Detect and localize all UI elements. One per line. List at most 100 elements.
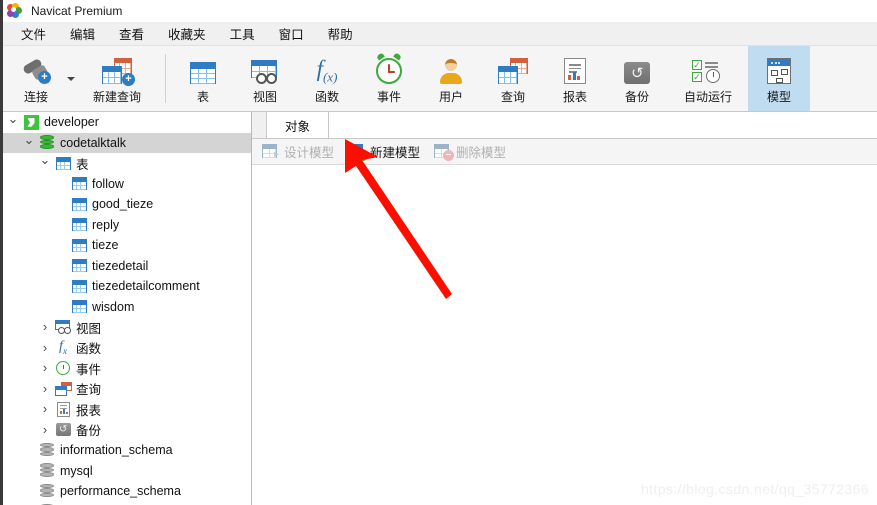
tree-item-information-schema[interactable]: information_schema <box>3 440 251 461</box>
report-icon <box>53 401 73 417</box>
tree-item-label: tiezedetail <box>92 258 149 273</box>
tree-item-reply[interactable]: reply <box>3 215 251 236</box>
chevron-right-icon[interactable] <box>37 382 53 396</box>
main-toolbar: + 连接 + 新建查询 表 视图 f(x) 函数 事件 用户 查询 报表 ↻ 备… <box>3 46 877 112</box>
tree-item-tiezedetail[interactable]: tiezedetail <box>3 256 251 277</box>
navicat-logo-icon <box>7 2 23 19</box>
tree-item-developer[interactable]: developer <box>3 112 251 133</box>
tree-item-tables-group[interactable]: 表 <box>3 153 251 174</box>
connection-plug-icon: + <box>21 52 51 84</box>
toolbar-label: 新建查询 <box>92 90 141 104</box>
menu-item-window[interactable]: 窗口 <box>267 21 316 46</box>
tree-item-functions-group[interactable]: fx 函数 <box>3 338 251 359</box>
toolbar-label: 自动运行 <box>683 90 732 104</box>
toolbar-label: 事件 <box>376 90 401 104</box>
toolbar-button-user[interactable]: 用户 <box>420 46 482 111</box>
navicat-window: Navicat Premium 文件 编辑 查看 收藏夹 工具 窗口 帮助 + … <box>0 0 877 505</box>
menu-item-edit[interactable]: 编辑 <box>58 21 107 46</box>
table-icon <box>53 156 73 170</box>
tree-item-events-group[interactable]: 事件 <box>3 358 251 379</box>
object-toolbar-label: 设计模型 <box>284 146 335 160</box>
connection-tree-sidebar[interactable]: developer codetalktalk 表 follow good_tie… <box>3 112 252 505</box>
backup-icon: ↻ <box>53 423 73 437</box>
tree-item-label: tieze <box>92 238 119 253</box>
backup-icon: ↻ <box>624 52 650 84</box>
toolbar-separator <box>165 54 166 103</box>
chevron-right-icon[interactable] <box>37 320 53 334</box>
tree-item-test[interactable]: test <box>3 502 251 505</box>
toolbar-button-automation[interactable]: ✓ ✓ 自动运行 <box>668 46 748 111</box>
tree-item-reports-group[interactable]: 报表 <box>3 399 251 420</box>
chevron-down-icon[interactable] <box>5 115 21 129</box>
menu-item-view[interactable]: 查看 <box>107 21 156 46</box>
table-icon <box>69 238 89 252</box>
tree-item-tiezedetailcomment[interactable]: tiezedetailcomment <box>3 276 251 297</box>
toolbar-button-connection[interactable]: + 连接 <box>5 46 67 111</box>
chevron-right-icon[interactable] <box>37 361 53 375</box>
toolbar-button-report[interactable]: 报表 <box>544 46 606 111</box>
tree-item-codetalktalk[interactable]: codetalktalk <box>3 132 251 153</box>
toolbar-button-table[interactable]: 表 <box>172 46 234 111</box>
menu-item-file[interactable]: 文件 <box>9 21 58 46</box>
tree-item-performance-schema[interactable]: performance_schema <box>3 481 251 502</box>
tree-item-queries-group[interactable]: 查询 <box>3 379 251 400</box>
table-icon <box>69 300 89 314</box>
toolbar-button-query[interactable]: 查询 <box>482 46 544 111</box>
toolbar-label: 模型 <box>766 90 791 104</box>
tree-item-label: 函数 <box>76 342 102 357</box>
toolbar-label: 连接 <box>23 90 48 104</box>
toolbar-button-model[interactable]: 模型 <box>748 46 810 111</box>
window-title: Navicat Premium <box>31 3 123 18</box>
toolbar-label: 函数 <box>314 90 339 104</box>
toolbar-label: 用户 <box>438 90 463 104</box>
toolbar-button-function[interactable]: f(x) 函数 <box>296 46 358 111</box>
design-model-icon: ▸ <box>262 144 279 160</box>
delete-model-button[interactable]: – 删除模型 <box>434 142 506 161</box>
menu-bar: 文件 编辑 查看 收藏夹 工具 窗口 帮助 <box>3 22 877 46</box>
chevron-down-icon[interactable] <box>21 136 37 150</box>
tab-objects[interactable]: 对象 <box>266 111 330 138</box>
tree-item-label: mysql <box>60 463 93 478</box>
function-fx-icon: f(x) <box>316 56 338 85</box>
chevron-right-icon[interactable] <box>37 341 53 355</box>
tree-item-mysql[interactable]: mysql <box>3 461 251 482</box>
tree-item-label: 表 <box>76 157 89 172</box>
tree-item-wisdom[interactable]: wisdom <box>3 297 251 318</box>
menu-item-favorites[interactable]: 收藏夹 <box>156 21 218 46</box>
tree-item-label: reply <box>92 217 120 232</box>
toolbar-button-new-query[interactable]: + 新建查询 <box>77 46 157 111</box>
object-toolbar: ▸ 设计模型 + 新建模型 – 删除模型 <box>252 139 877 165</box>
new-model-button[interactable]: + 新建模型 <box>348 142 420 161</box>
tree-item-views-group[interactable]: 视图 <box>3 317 251 338</box>
database-grey-icon <box>37 483 57 499</box>
tree-item-good-tieze[interactable]: good_tieze <box>3 194 251 215</box>
object-toolbar-label: 新建模型 <box>370 146 421 160</box>
toolbar-button-event[interactable]: 事件 <box>358 46 420 111</box>
tree-item-label: follow <box>92 176 124 191</box>
model-icon <box>767 52 791 84</box>
new-query-icon: + <box>102 52 135 86</box>
chevron-down-icon[interactable] <box>37 156 53 170</box>
chevron-right-icon[interactable] <box>37 423 53 437</box>
menu-item-tools[interactable]: 工具 <box>218 21 267 46</box>
toolbar-button-backup[interactable]: ↻ 备份 <box>606 46 668 111</box>
database-grey-icon <box>37 463 57 478</box>
menu-item-help[interactable]: 帮助 <box>316 21 365 46</box>
tree-item-follow[interactable]: follow <box>3 174 251 195</box>
chevron-right-icon[interactable] <box>37 402 53 416</box>
toolbar-button-view[interactable]: 视图 <box>234 46 296 111</box>
automation-icon: ✓ ✓ <box>692 52 724 84</box>
tree-item-tieze[interactable]: tieze <box>3 235 251 256</box>
toolbar-label: 报表 <box>562 90 587 104</box>
user-icon <box>438 52 464 84</box>
connection-dropdown-caret-icon[interactable] <box>67 76 75 81</box>
tree-item-label: good_tieze <box>92 197 154 212</box>
tree-item-label: developer <box>44 115 99 130</box>
tree-item-label: 视图 <box>76 321 102 336</box>
tree-item-backups-group[interactable]: ↻ 备份 <box>3 420 251 441</box>
design-model-button[interactable]: ▸ 设计模型 <box>262 142 334 161</box>
tree-item-label: 事件 <box>76 362 102 377</box>
toolbar-label: 表 <box>196 90 209 104</box>
tree-item-label: 备份 <box>76 424 102 439</box>
tab-strip: 对象 <box>252 111 877 139</box>
